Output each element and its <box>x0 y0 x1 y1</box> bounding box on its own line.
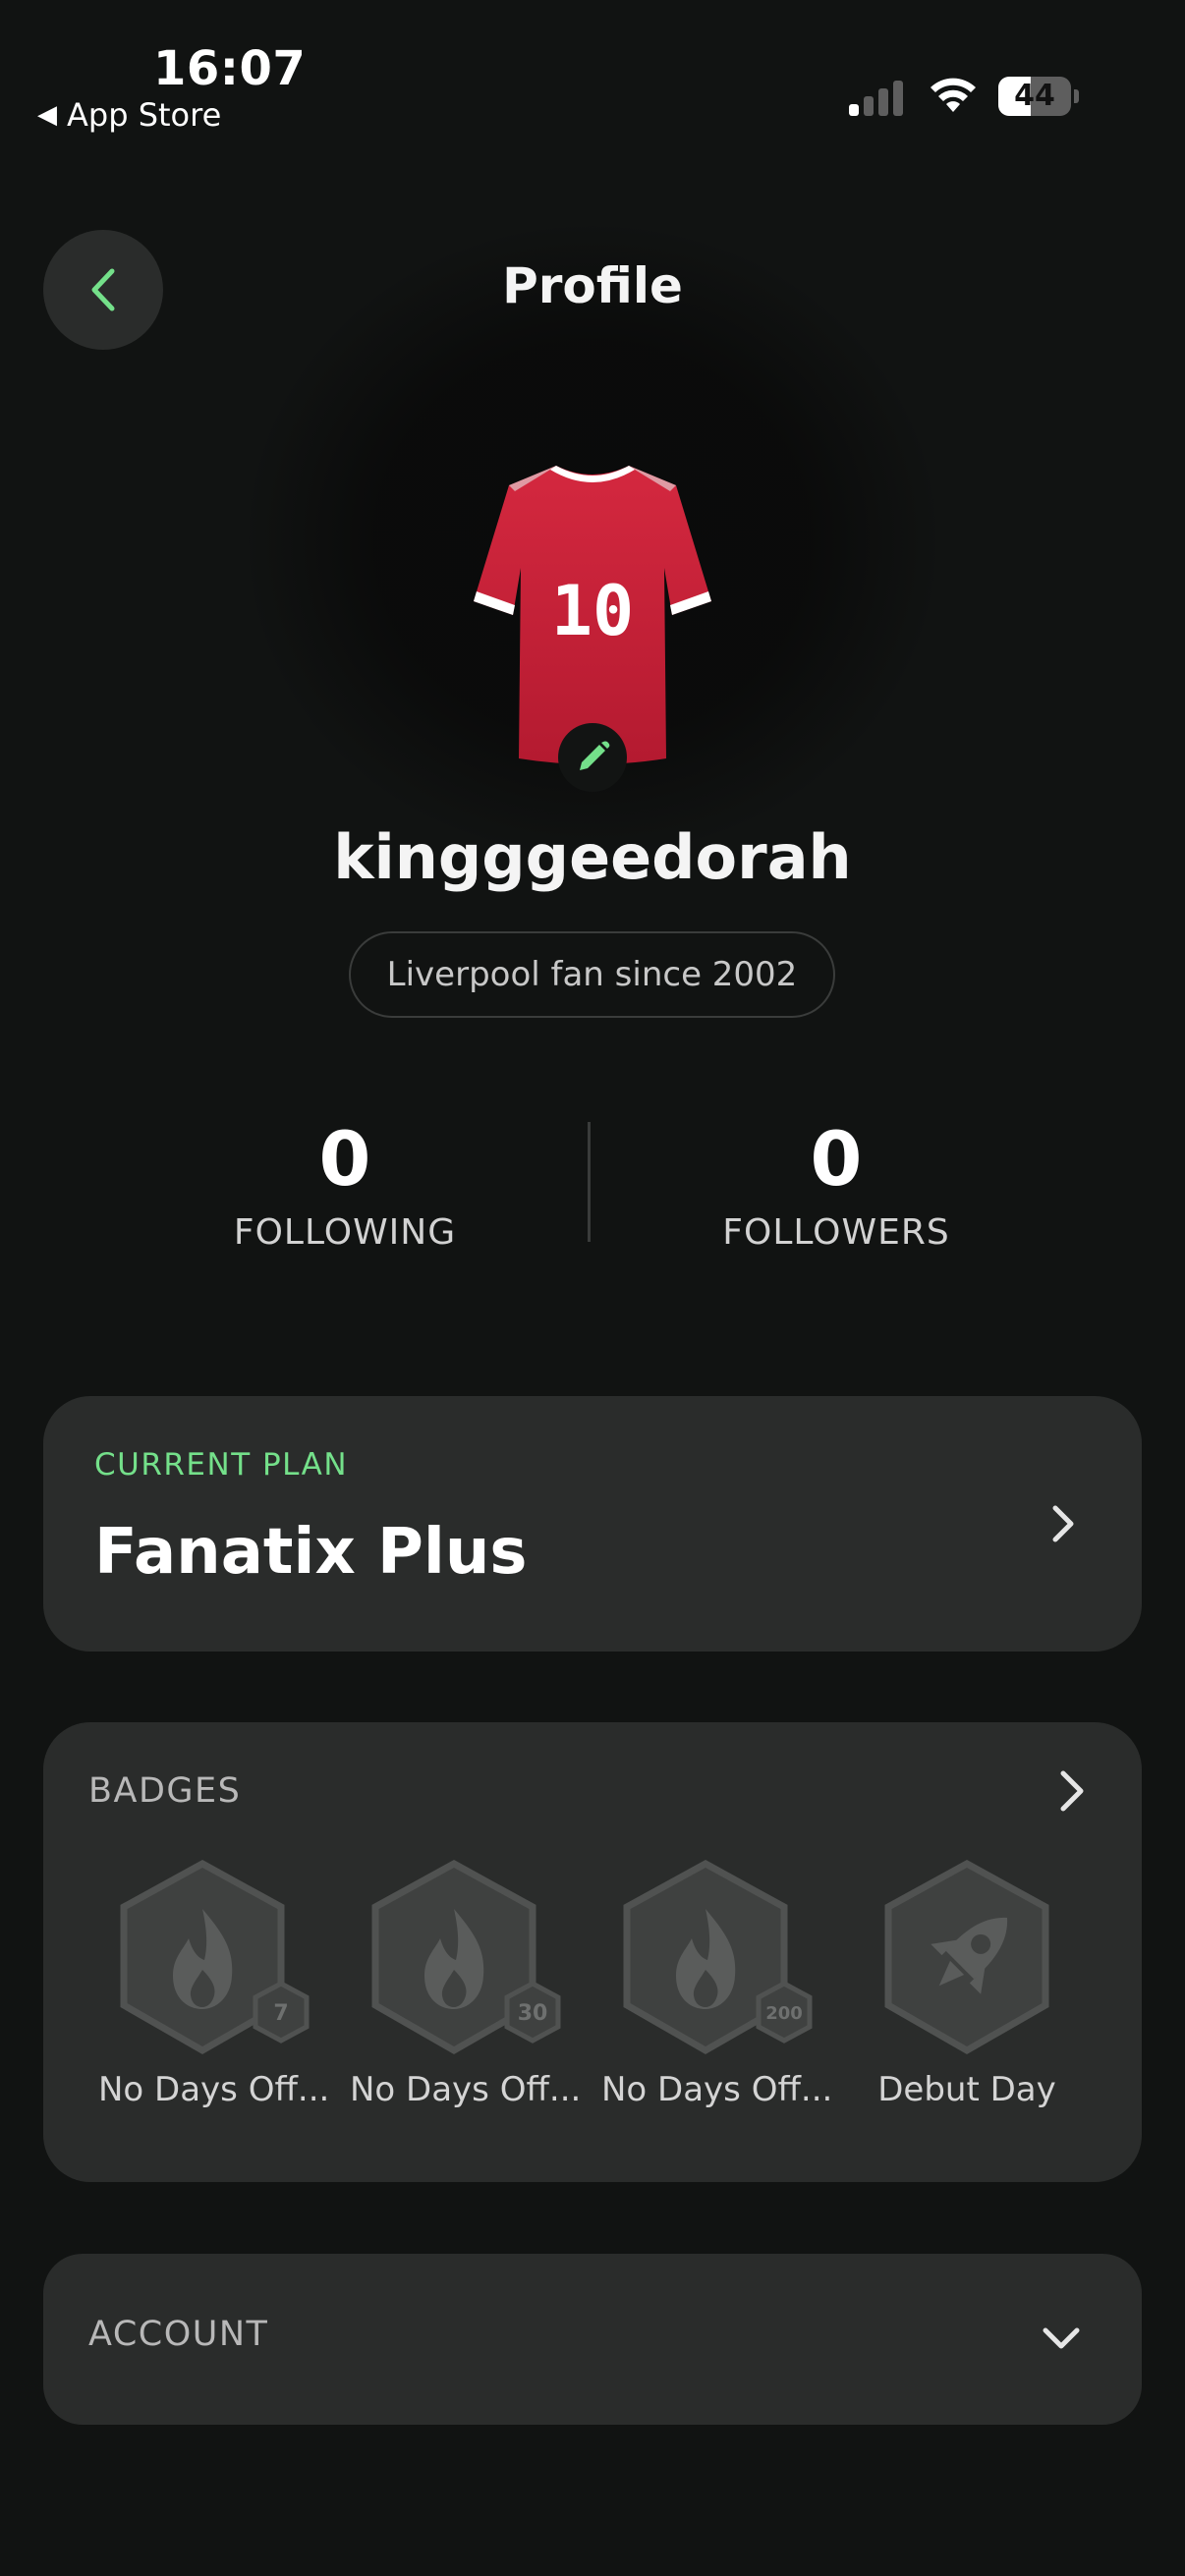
jersey-number: 10 <box>551 571 634 651</box>
back-to-app-link[interactable]: ◀ App Store <box>37 96 221 134</box>
badge-item[interactable]: Debut Day <box>853 1860 1081 2109</box>
badge-label: No Days Off... <box>98 2070 330 2109</box>
stats-divider <box>588 1122 591 1242</box>
flame-badge-icon: 30 <box>371 1860 561 2055</box>
following-count: 0 <box>318 1115 371 1203</box>
plan-name: Fanatix Plus <box>94 1516 528 1589</box>
chevron-right-icon[interactable] <box>1051 1769 1091 1813</box>
flame-badge-icon: 7 <box>120 1860 310 2055</box>
badge-count: 7 <box>273 2001 288 2026</box>
account-title: ACCOUNT <box>88 2315 269 2354</box>
followers-label: FOLLOWERS <box>722 1212 950 1253</box>
badge-item[interactable]: 30 No Days Off... <box>350 1860 582 2109</box>
flame-badge-icon: 200 <box>623 1860 813 2055</box>
battery-indicator: 44 <box>998 77 1079 116</box>
chevron-down-icon <box>1043 2327 1080 2349</box>
rocket-badge-icon <box>884 1860 1049 2055</box>
current-plan-card[interactable]: CURRENT PLAN Fanatix Plus <box>43 1396 1142 1652</box>
badge-count: 30 <box>518 2001 548 2026</box>
badge-item[interactable]: 7 No Days Off... <box>98 1860 330 2109</box>
badges-title: BADGES <box>88 1771 242 1811</box>
following-stat[interactable]: 0 FOLLOWING <box>168 1110 522 1253</box>
plan-label: CURRENT PLAN <box>94 1447 349 1483</box>
status-time: 16:07 <box>153 41 307 96</box>
wifi-icon <box>931 78 976 112</box>
page-title: Profile <box>502 257 683 314</box>
chevron-right-icon <box>1052 1505 1074 1542</box>
bio-text: Liverpool fan since 2002 <box>386 955 798 994</box>
followers-stat[interactable]: 0 FOLLOWERS <box>659 1110 1013 1253</box>
badges-card: BADGES 7 No Days Off... 30 No Days Off..… <box>43 1722 1142 2182</box>
badge-label: No Days Off... <box>350 2070 582 2109</box>
battery-level: 44 <box>1014 79 1055 113</box>
bio-pill: Liverpool fan since 2002 <box>349 931 835 1018</box>
account-section[interactable]: ACCOUNT <box>43 2254 1142 2425</box>
badge-item[interactable]: 200 No Days Off... <box>601 1860 833 2109</box>
jersey-avatar[interactable]: 10 <box>470 458 715 768</box>
following-label: FOLLOWING <box>233 1212 457 1253</box>
back-app-label: App Store <box>67 96 222 134</box>
pencil-icon <box>580 741 610 770</box>
cellular-signal-icon <box>849 81 903 116</box>
badge-label: No Days Off... <box>601 2070 833 2109</box>
badge-count: 200 <box>765 2003 803 2024</box>
badge-label: Debut Day <box>877 2070 1056 2109</box>
edit-avatar-button[interactable] <box>558 723 627 792</box>
username: kingggeedorah <box>333 821 852 893</box>
profile-screen: 16:07 ◀ App Store 44 Profile 10 kingggee… <box>0 0 1185 2576</box>
followers-count: 0 <box>810 1115 863 1203</box>
back-triangle-icon: ◀ <box>37 100 57 130</box>
